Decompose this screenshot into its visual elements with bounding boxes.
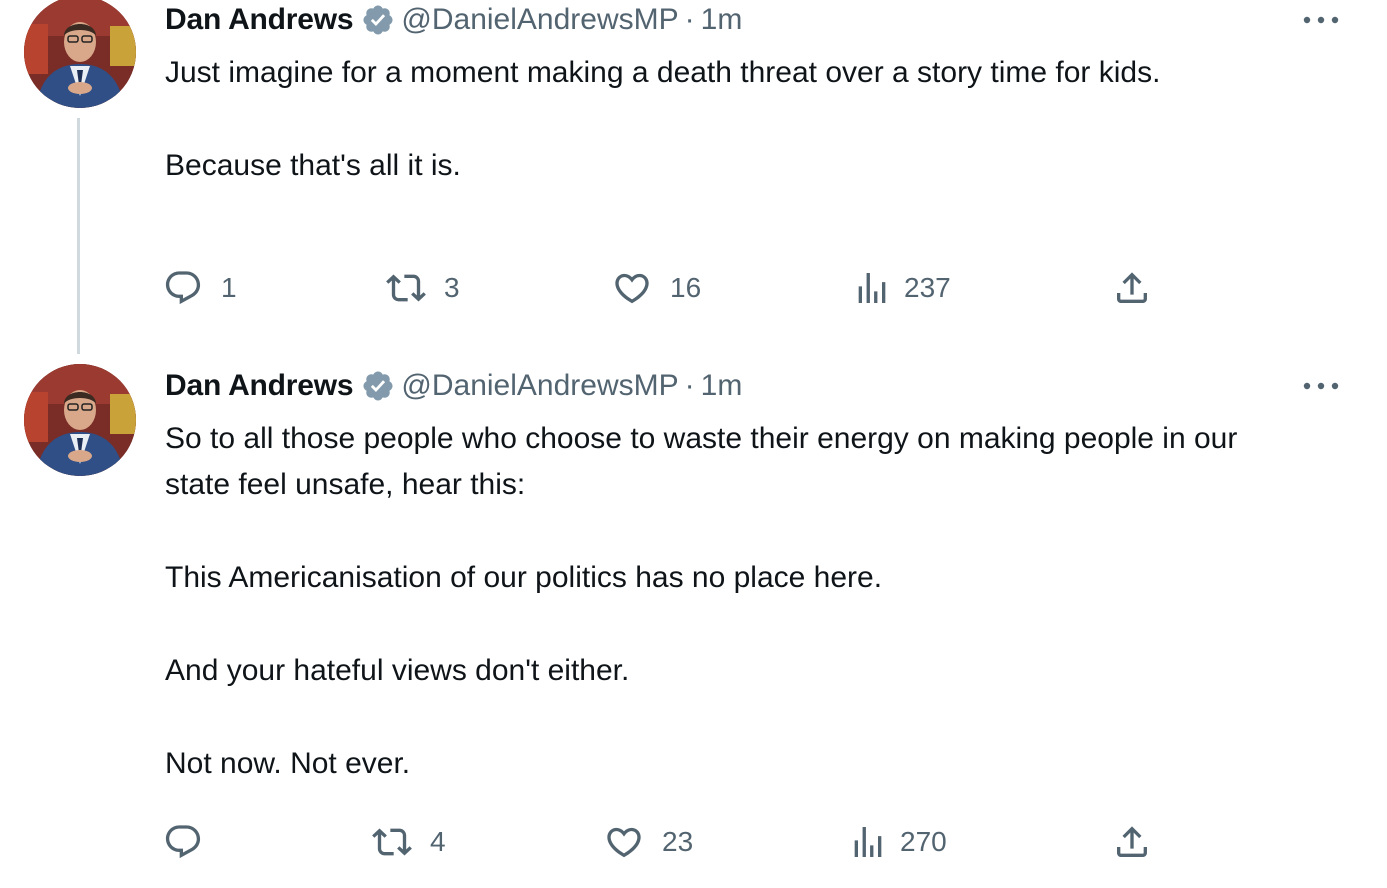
avatar-image <box>24 0 136 108</box>
separator-dot: · <box>684 3 695 36</box>
tweet-text: Just imagine for a moment making a death… <box>165 50 1305 189</box>
retweet-icon <box>372 828 412 856</box>
timestamp[interactable]: 1m <box>701 369 743 403</box>
timestamp[interactable]: 1m <box>701 3 743 37</box>
separator-dot: · <box>684 369 695 402</box>
views-icon <box>858 273 886 303</box>
tweet-paragraph: So to all those people who choose to was… <box>165 422 1238 501</box>
more-icon[interactable] <box>1299 376 1343 396</box>
more-icon[interactable] <box>1299 10 1343 30</box>
tweet-actions: 4 23 270 <box>0 820 1387 864</box>
verified-badge-icon <box>361 3 395 37</box>
tweet-paragraph: This Americanisation of our politics has… <box>165 561 883 594</box>
tweet-text: So to all those people who choose to was… <box>165 416 1305 787</box>
retweet-count: 4 <box>430 826 446 857</box>
heart-icon <box>607 827 641 858</box>
tweet-header: Dan Andrews @DanielAndrewsMP · 1m <box>165 366 742 406</box>
retweet-button[interactable]: 3 <box>386 266 460 310</box>
like-count: 23 <box>662 826 694 857</box>
verified-badge-icon <box>361 369 395 403</box>
author-name[interactable]: Dan Andrews <box>165 369 354 403</box>
retweet-button[interactable]: 4 <box>372 820 446 864</box>
tweet-actions: 1 3 16 237 <box>0 266 1387 310</box>
like-button[interactable]: 23 <box>604 820 693 864</box>
reply-icon <box>165 271 201 305</box>
author-name[interactable]: Dan Andrews <box>165 3 354 37</box>
retweet-icon <box>386 274 426 302</box>
share-icon <box>1117 826 1147 857</box>
heart-icon <box>615 273 649 304</box>
avatar-image <box>24 364 136 476</box>
thread-line <box>77 118 80 354</box>
tweet-paragraph: Because that's all it is. <box>165 149 461 182</box>
avatar[interactable] <box>24 364 136 476</box>
views-icon <box>854 827 882 857</box>
avatar[interactable] <box>24 0 136 108</box>
author-handle[interactable]: @DanielAndrewsMP <box>401 3 678 37</box>
like-count: 16 <box>670 272 702 303</box>
like-button[interactable]: 16 <box>612 266 701 310</box>
share-button[interactable] <box>1112 266 1152 310</box>
share-button[interactable] <box>1112 820 1152 864</box>
views-button[interactable]: 237 <box>852 266 951 310</box>
author-handle[interactable]: @DanielAndrewsMP <box>401 369 678 403</box>
tweet[interactable]: Dan Andrews @DanielAndrewsMP · 1m Just i… <box>0 0 1387 360</box>
tweet-paragraph: Just imagine for a moment making a death… <box>165 56 1161 89</box>
tweet-paragraph: And your hateful views don't either. <box>165 654 630 687</box>
view-count: 237 <box>904 272 951 303</box>
share-icon <box>1117 272 1147 303</box>
reply-count: 1 <box>221 272 237 303</box>
reply-button[interactable] <box>163 820 221 864</box>
reply-icon <box>165 825 201 859</box>
reply-button[interactable]: 1 <box>163 266 237 310</box>
tweet-header: Dan Andrews @DanielAndrewsMP · 1m <box>165 0 742 40</box>
view-count: 270 <box>900 826 947 857</box>
tweet-paragraph: Not now. Not ever. <box>165 747 411 780</box>
views-button[interactable]: 270 <box>848 820 947 864</box>
retweet-count: 3 <box>444 272 460 303</box>
